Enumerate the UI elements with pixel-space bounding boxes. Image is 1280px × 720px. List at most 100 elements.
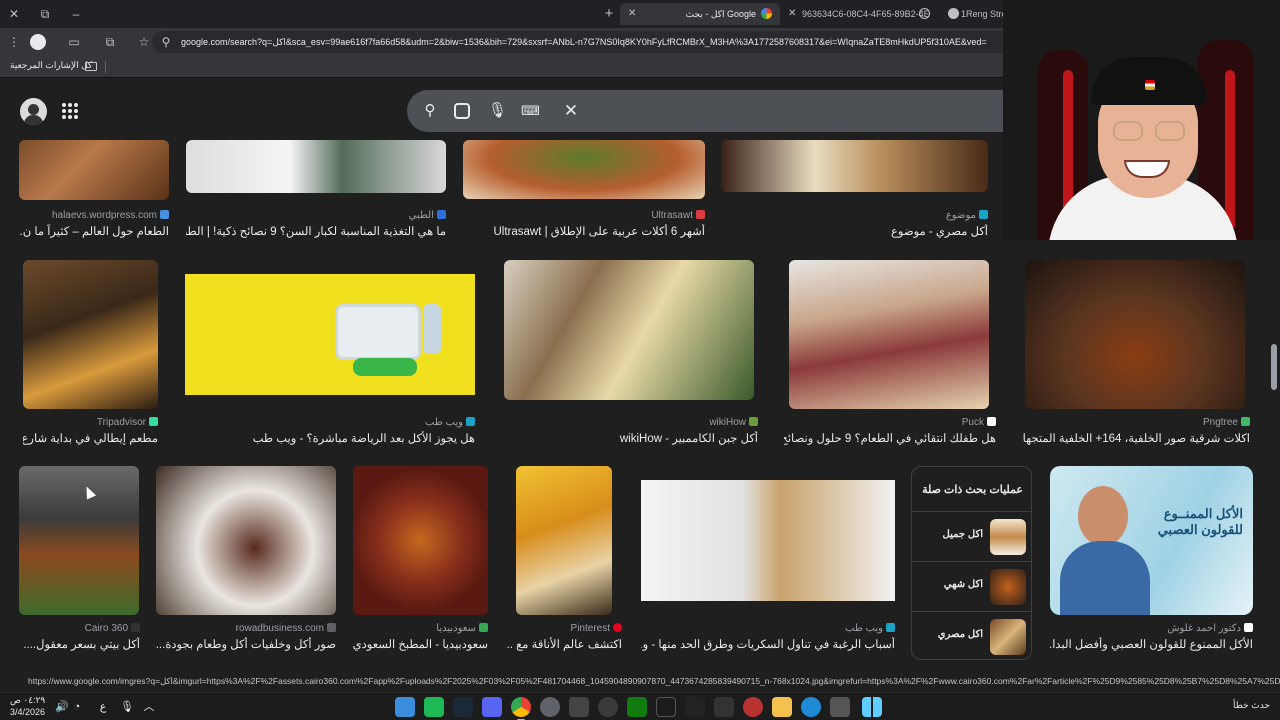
result-caption[interactable]: صور أكل وخلفيات أكل وطعام بجودة... bbox=[156, 637, 336, 651]
keyboard-icon[interactable]: ⌨ bbox=[521, 102, 540, 120]
result-image[interactable] bbox=[185, 274, 475, 395]
result-caption[interactable]: مطعم إيطالي في بداية شارع ... bbox=[23, 431, 158, 445]
file-explorer-icon[interactable] bbox=[772, 697, 792, 717]
result-image[interactable] bbox=[721, 140, 988, 192]
image-result[interactable]: الطبي ما هي التغذية المناسبة لكبار السن؟… bbox=[186, 140, 446, 240]
image-result[interactable]: wikiHow أكل جبن الكاممبير - wikiHow bbox=[504, 260, 758, 450]
result-caption[interactable]: أشهر 6 أكلات عربية على الإطلاق | Ultrasa… bbox=[463, 224, 705, 238]
image-result[interactable]: سعودبيديا سعودبيديا - المطبخ السعودي bbox=[353, 466, 488, 656]
related-search-item[interactable]: اكل جميل bbox=[912, 511, 1031, 561]
result-caption[interactable]: هل يجوز الأكل بعد الرياضة مباشرة؟ - ويب … bbox=[185, 431, 475, 445]
result-caption[interactable]: اكلات شرقية صور الخلفية، 164+ الخلفية ال… bbox=[1022, 431, 1250, 445]
volume-icon[interactable]: 🔊 bbox=[55, 700, 69, 714]
settings-gear-icon[interactable] bbox=[540, 697, 560, 717]
result-image[interactable]: الأكل الممنــوع للقولون العصبي bbox=[1050, 466, 1253, 615]
result-image[interactable] bbox=[1025, 260, 1245, 409]
app-icon-obs[interactable] bbox=[569, 697, 589, 717]
clock[interactable]: ٠٤:٢٩ ص 3/4/2026 bbox=[10, 694, 45, 718]
app-icon-whatsapp[interactable] bbox=[424, 697, 444, 717]
image-result[interactable]: Pinterest اكتشف عالم الأناقة مع ... bbox=[507, 466, 622, 656]
microphone-tray-icon[interactable]: 🎙 bbox=[120, 700, 134, 714]
result-caption[interactable]: الأكل الممنوع للقولون العصبي وأفضل البدا… bbox=[1050, 637, 1253, 651]
result-caption[interactable]: ما هي التغذية المناسبة لكبار السن؟ 9 نصا… bbox=[186, 224, 446, 238]
result-image[interactable] bbox=[353, 466, 488, 615]
result-image[interactable] bbox=[23, 260, 158, 409]
tab-stream[interactable]: 1Reng Strea bbox=[940, 3, 1003, 25]
minimize-window-button[interactable]: – bbox=[66, 5, 86, 23]
microphone-icon[interactable]: 🎙 bbox=[488, 102, 507, 120]
app-icon-red[interactable] bbox=[743, 697, 763, 717]
all-bookmarks-folder[interactable]: كل الإشارات المرجعية bbox=[10, 60, 92, 71]
image-result[interactable]: Cairo 360 أكل بيتي بسعر معقول.... bbox=[19, 466, 140, 656]
result-caption[interactable]: أكل مصري - موضوع bbox=[721, 224, 988, 238]
image-result[interactable]: موضوع أكل مصري - موضوع bbox=[721, 140, 988, 240]
tab-file[interactable]: ✕ 963634C6-08C4-4F65-89B2-4E bbox=[784, 3, 934, 25]
google-apps-icon[interactable] bbox=[62, 103, 78, 119]
address-url[interactable]: google.com/search?q=اكل&sca_esv=99ae616f… bbox=[181, 31, 1001, 53]
search-box[interactable]: ⚲ 🎙 ⌨ ✕ bbox=[407, 90, 1003, 132]
account-avatar[interactable] bbox=[20, 98, 47, 125]
image-result[interactable]: Tripadvisor مطعم إيطالي في بداية شارع ..… bbox=[23, 260, 158, 450]
address-bar[interactable]: ⚲ google.com/search?q=اكل&sca_esv=99ae61… bbox=[152, 31, 1003, 53]
app-icon-recorder[interactable] bbox=[598, 697, 618, 717]
new-tab-button[interactable]: + bbox=[599, 5, 619, 23]
restore-window-button[interactable]: ⧉ bbox=[35, 5, 55, 23]
tray-overflow-icon[interactable]: ︿ bbox=[142, 700, 156, 714]
result-image[interactable] bbox=[504, 260, 754, 400]
result-caption[interactable]: الطعام حول العالم – كثيراً ما ن... bbox=[19, 224, 169, 238]
tab-google-search[interactable]: ✕ اكل - بحث Google bbox=[620, 3, 780, 25]
windows-start-icon[interactable] bbox=[862, 697, 882, 717]
related-search-label: اكل شهي bbox=[943, 579, 983, 590]
related-search-item[interactable]: اكل مصري bbox=[912, 611, 1031, 661]
app-icon-capcut[interactable] bbox=[685, 697, 705, 717]
cast-icon[interactable]: ▭ bbox=[66, 34, 82, 50]
google-lens-icon[interactable] bbox=[454, 103, 470, 119]
clear-search-icon[interactable]: ✕ bbox=[562, 102, 580, 120]
image-result[interactable]: Ultrasawt أشهر 6 أكلات عربية على الإطلاق… bbox=[463, 140, 705, 240]
result-image[interactable] bbox=[789, 260, 989, 409]
edge-icon[interactable] bbox=[801, 697, 821, 717]
close-window-button[interactable]: ✕ bbox=[4, 5, 24, 23]
extensions-icon[interactable]: ⧉ bbox=[102, 34, 118, 50]
steam-icon[interactable] bbox=[453, 697, 473, 717]
result-caption[interactable]: هل طفلك انتقائي في الطعام؟ 9 حلول ونصائح… bbox=[784, 431, 996, 445]
result-image[interactable] bbox=[19, 466, 139, 615]
close-tab-icon[interactable]: ✕ bbox=[628, 3, 636, 25]
wifi-icon[interactable]: ◔ bbox=[70, 700, 84, 714]
result-image[interactable] bbox=[186, 140, 446, 193]
image-result[interactable]: ويب طب هل يجوز الأكل بعد الرياضة مباشرة؟… bbox=[185, 260, 475, 450]
image-result[interactable]: الأكل الممنــوع للقولون العصبي دكتور احم… bbox=[1050, 466, 1253, 656]
result-image[interactable] bbox=[463, 140, 705, 199]
menu-dots-icon[interactable]: ⋮ bbox=[6, 34, 22, 50]
image-result[interactable]: Puck هل طفلك انتقائي في الطعام؟ 9 حلول و… bbox=[784, 260, 996, 450]
result-caption[interactable]: أكل بيتي بسعر معقول.... bbox=[19, 637, 140, 651]
image-result[interactable]: Pngtree اكلات شرقية صور الخلفية، 164+ ال… bbox=[1022, 260, 1250, 450]
app-icon-window[interactable] bbox=[830, 697, 850, 717]
result-caption[interactable]: أسباب الرغبة في تناول السكريات وطرق الحد… bbox=[641, 637, 895, 651]
result-caption[interactable]: أكل جبن الكاممبير - wikiHow bbox=[504, 431, 758, 445]
result-image[interactable] bbox=[641, 480, 895, 601]
bookmark-star-icon[interactable]: ☆ bbox=[136, 34, 152, 50]
close-tab-icon[interactable]: ✕ bbox=[788, 3, 796, 25]
site-info-icon[interactable]: ⚲ bbox=[158, 34, 174, 50]
image-result[interactable]: ويب طب أسباب الرغبة في تناول السكريات وط… bbox=[641, 466, 895, 656]
image-result[interactable]: rowadbusiness.com صور أكل وخلفيات أكل وط… bbox=[156, 466, 336, 656]
result-image[interactable] bbox=[516, 466, 612, 615]
app-icon-files[interactable] bbox=[395, 697, 415, 717]
result-caption[interactable]: سعودبيديا - المطبخ السعودي bbox=[353, 637, 488, 651]
weather-widget[interactable]: حدث خطأ bbox=[1233, 700, 1270, 711]
search-icon[interactable]: ⚲ bbox=[421, 102, 439, 120]
page-scrollbar[interactable] bbox=[1271, 344, 1277, 390]
related-search-item[interactable]: اكل شهي bbox=[912, 561, 1031, 611]
chrome-icon[interactable] bbox=[511, 697, 531, 720]
profile-icon[interactable] bbox=[30, 34, 46, 50]
app-icon-nzxt[interactable] bbox=[656, 697, 676, 717]
result-image[interactable] bbox=[156, 466, 336, 615]
input-language[interactable]: ع bbox=[96, 700, 110, 714]
app-icon-tool[interactable] bbox=[714, 697, 734, 717]
xbox-icon[interactable] bbox=[627, 697, 647, 717]
result-caption[interactable]: اكتشف عالم الأناقة مع ... bbox=[507, 637, 622, 651]
discord-icon[interactable] bbox=[482, 697, 502, 717]
image-result[interactable]: halaevs.wordpress.com الطعام حول العالم … bbox=[19, 140, 169, 240]
result-image[interactable] bbox=[19, 140, 169, 200]
